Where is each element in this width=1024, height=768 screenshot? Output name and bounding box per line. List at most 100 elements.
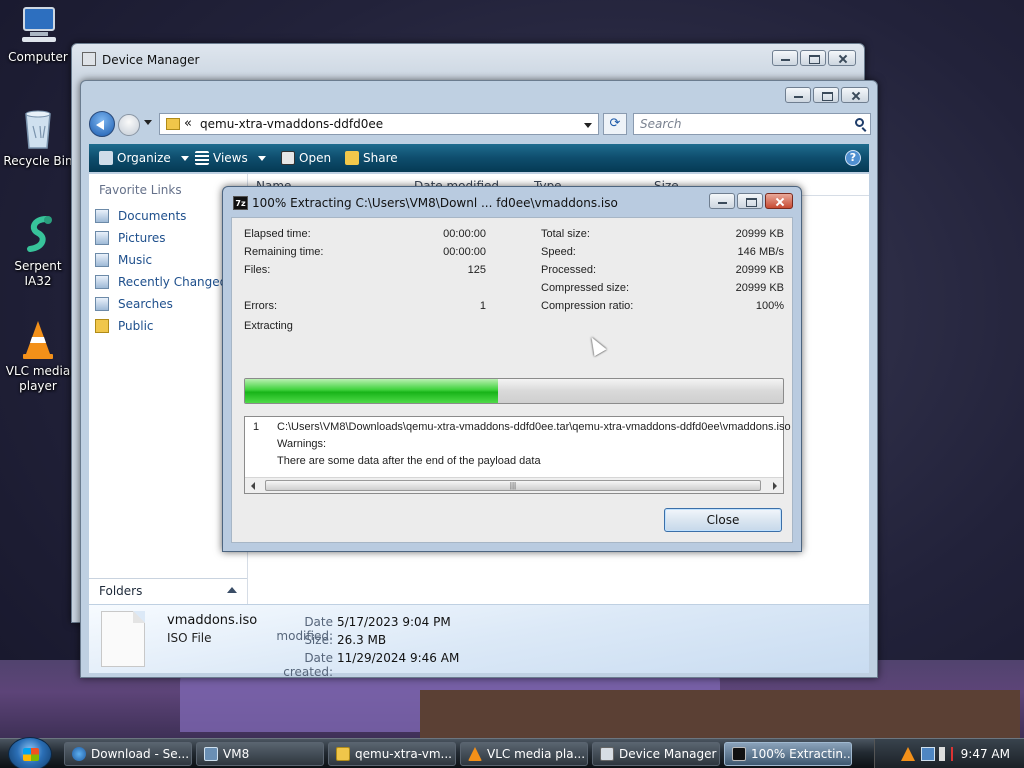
- wallpaper-desk: [420, 690, 1020, 740]
- close-dialog-button[interactable]: Close: [664, 508, 782, 532]
- stat-label: Total size:: [541, 228, 590, 240]
- message-warnings-label: Warnings:: [277, 438, 327, 450]
- file-icon: [101, 611, 145, 667]
- views-icon: [195, 151, 209, 165]
- navigation-row: « qemu-xtra-vmaddons-ddfd0ee ⟳ Search: [89, 111, 871, 139]
- status-text: Extracting: [244, 320, 293, 332]
- address-chevron[interactable]: «: [184, 116, 192, 131]
- window-title: Device Manager: [102, 53, 200, 67]
- command-bar: Organize Views Open Share ?: [89, 144, 869, 172]
- minimize-button[interactable]: [709, 193, 735, 209]
- taskbar-item-download[interactable]: Download - Se...: [64, 742, 192, 766]
- folder-icon: [166, 118, 180, 130]
- minimize-button[interactable]: [772, 50, 798, 66]
- chevron-down-icon: [257, 155, 266, 161]
- details-date-created: 11/29/2024 9:46 AM: [337, 651, 460, 665]
- messages-list[interactable]: 1 C:\Users\VM8\Downloads\qemu-xtra-vmadd…: [244, 416, 791, 494]
- minimize-button[interactable]: [785, 87, 811, 103]
- message-path: C:\Users\VM8\Downloads\qemu-xtra-vmaddon…: [277, 421, 791, 433]
- organize-button[interactable]: Organize: [99, 151, 189, 165]
- message-warning-text: There are some data after the end of the…: [277, 455, 541, 467]
- search-input[interactable]: Search: [633, 113, 871, 135]
- stat-label: Speed:: [541, 246, 576, 258]
- close-button[interactable]: [841, 87, 869, 103]
- share-button[interactable]: Share: [345, 151, 398, 165]
- browser-icon: [72, 747, 86, 761]
- caption-buttons: [785, 87, 869, 103]
- search-icon[interactable]: [855, 118, 864, 127]
- share-icon: [345, 151, 359, 165]
- details-file-name: vmaddons.iso: [167, 613, 258, 628]
- desktop-icon-computer[interactable]: Computer: [0, 4, 76, 65]
- maximize-button[interactable]: [800, 50, 826, 66]
- device-manager-icon: [82, 52, 96, 66]
- window-icon: [204, 747, 218, 761]
- folders-toggle[interactable]: Folders: [89, 578, 247, 602]
- dialog-body: Elapsed time: 00:00:00 Remaining time: 0…: [231, 217, 793, 543]
- taskbar-item-label: 100% Extractin...: [751, 747, 852, 761]
- extraction-dialog[interactable]: 7z 100% Extracting C:\Users\VM8\Downl ..…: [222, 186, 802, 552]
- taskbar-item-device-manager[interactable]: Device Manager: [592, 742, 720, 766]
- open-button[interactable]: Open: [281, 151, 331, 165]
- back-button[interactable]: [89, 111, 115, 137]
- speed-value: 146 MB/s: [737, 246, 784, 258]
- forward-button[interactable]: [118, 114, 140, 136]
- maximize-button[interactable]: [737, 193, 763, 209]
- views-button[interactable]: Views: [195, 151, 266, 165]
- chevron-up-icon: [227, 587, 237, 593]
- desktop-icon-label: Recycle Bin: [3, 154, 73, 168]
- details-pane: vmaddons.iso ISO File Date modified: 5/1…: [89, 605, 869, 679]
- serpent-icon: [27, 216, 52, 252]
- desktop-icon-label: VLC media player: [5, 364, 71, 393]
- scrollbar-thumb[interactable]: |||: [265, 480, 761, 491]
- details-size: 26.3 MB: [337, 633, 387, 647]
- taskbar-clock[interactable]: 9:47 AM: [961, 747, 1010, 761]
- 7zip-icon: 7z: [233, 196, 248, 210]
- compressed-size-value: 20999 KB: [735, 282, 784, 294]
- window-title: 100% Extracting C:\Users\VM8\Downl ... f…: [252, 196, 618, 210]
- volume-muted-icon[interactable]: [939, 747, 953, 761]
- favorite-link-label: Searches: [118, 297, 173, 311]
- help-button[interactable]: ?: [845, 150, 861, 166]
- details-file-type: ISO File: [167, 631, 212, 645]
- start-button[interactable]: [8, 737, 52, 768]
- taskbar-item-explorer[interactable]: qemu-xtra-vm...: [328, 742, 456, 766]
- folder-icon: [95, 319, 109, 333]
- horizontal-scrollbar[interactable]: |||: [245, 477, 783, 493]
- errors-value: 1: [479, 300, 486, 312]
- folder-icon: [336, 747, 350, 761]
- desktop-icon-label: Serpent IA32: [14, 259, 62, 288]
- chevron-down-icon: [180, 155, 189, 161]
- stat-label: Compressed size:: [541, 282, 630, 294]
- taskbar-item-7zip[interactable]: 100% Extractin...: [724, 742, 852, 766]
- favorite-link-label: Recently Changed: [118, 275, 228, 289]
- organize-icon: [99, 151, 113, 165]
- details-date-modified: 5/17/2023 9:04 PM: [337, 615, 451, 629]
- chevron-down-icon[interactable]: [584, 123, 592, 128]
- close-button[interactable]: [828, 50, 856, 66]
- vlc-tray-icon[interactable]: [901, 747, 915, 761]
- recent-pages-dropdown[interactable]: [144, 120, 152, 125]
- documents-icon: [95, 209, 109, 223]
- search-placeholder: Search: [640, 117, 682, 131]
- desktop-icon-recycle-bin[interactable]: Recycle Bin: [0, 108, 76, 169]
- address-path: qemu-xtra-vmaddons-ddfd0ee: [200, 117, 384, 131]
- address-bar[interactable]: « qemu-xtra-vmaddons-ddfd0ee: [159, 113, 599, 135]
- taskbar-item-vm8[interactable]: VM8: [196, 742, 324, 766]
- stat-label: Errors:: [244, 300, 277, 312]
- desktop-icon-serpent[interactable]: Serpent IA32: [0, 213, 76, 289]
- maximize-button[interactable]: [813, 87, 839, 103]
- scroll-left-icon[interactable]: [251, 482, 255, 490]
- remaining-time-value: 00:00:00: [443, 246, 486, 258]
- close-button[interactable]: [765, 193, 793, 209]
- stat-label: Elapsed time:: [244, 228, 311, 240]
- desktop-icon-vlc[interactable]: VLC media player: [0, 318, 76, 394]
- searches-icon: [95, 297, 109, 311]
- network-icon[interactable]: [921, 747, 935, 761]
- recycle-bin-icon: [25, 110, 51, 149]
- refresh-button[interactable]: ⟳: [603, 113, 627, 135]
- taskbar-item-vlc[interactable]: VLC media pla...: [460, 742, 588, 766]
- scroll-right-icon[interactable]: [773, 482, 777, 490]
- caption-buttons: [772, 50, 856, 66]
- vlc-icon: [23, 321, 53, 359]
